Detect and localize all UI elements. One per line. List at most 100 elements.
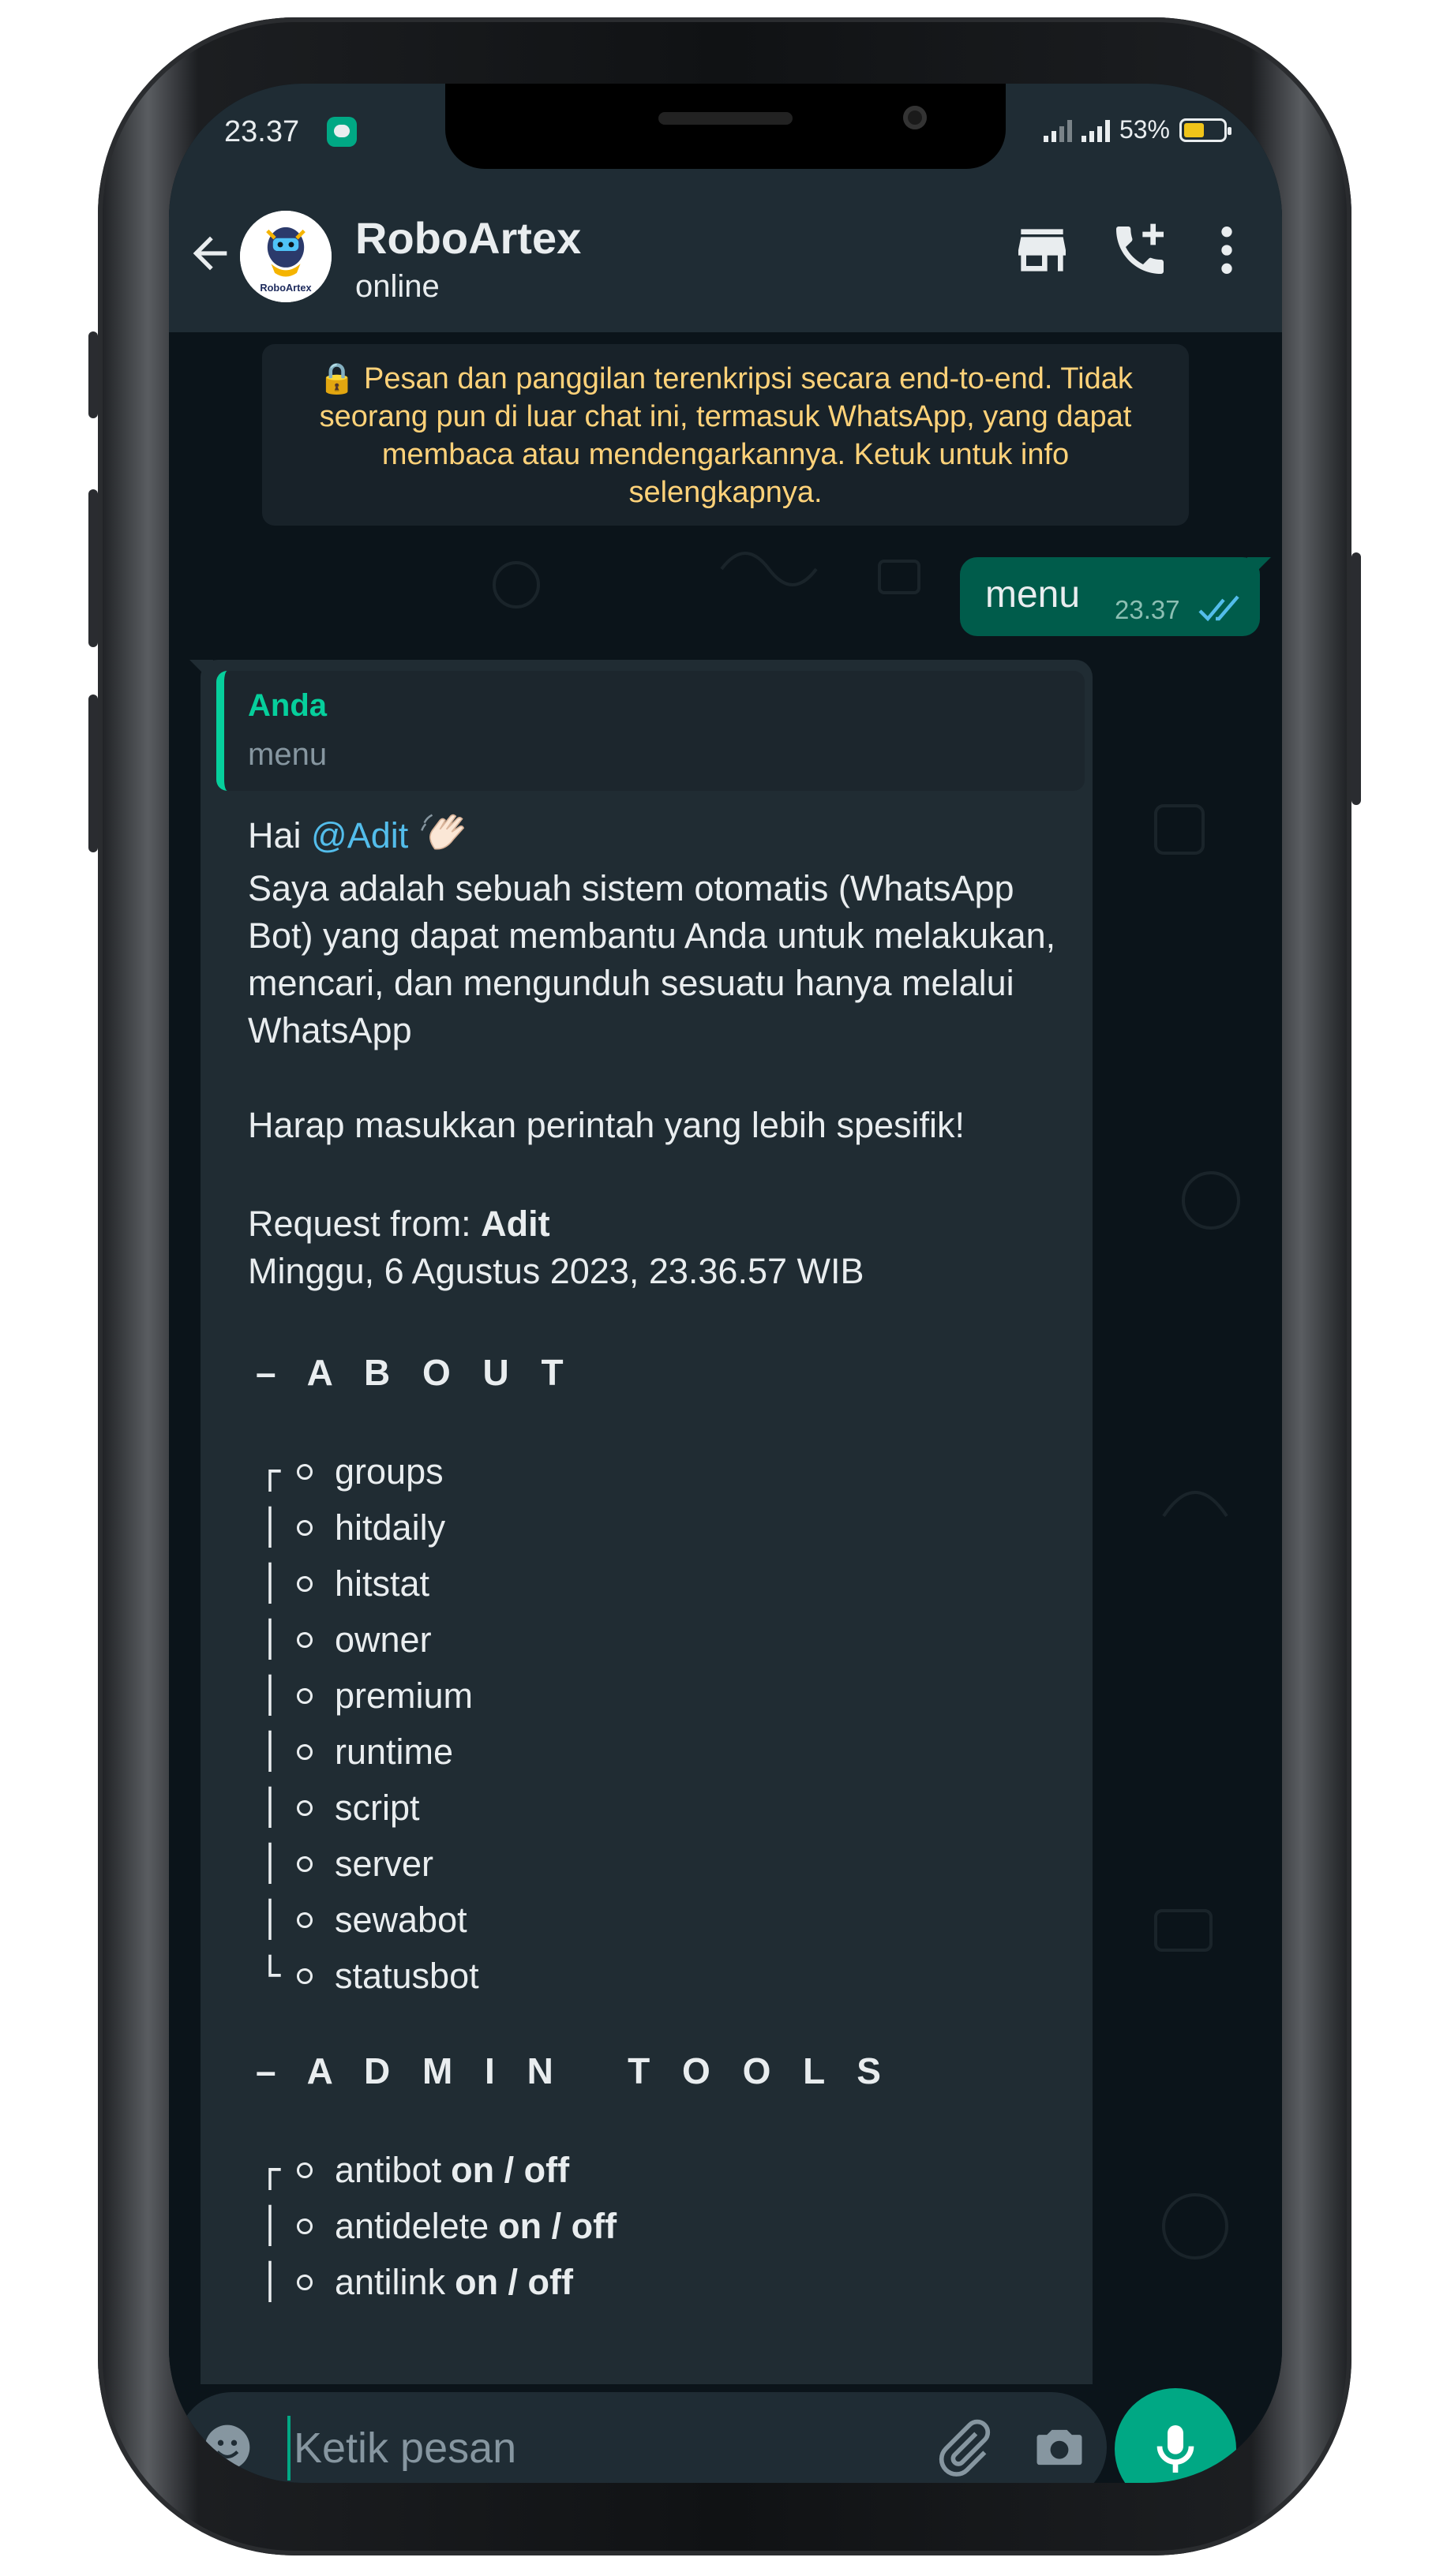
greeting: Hai	[248, 814, 312, 856]
tree-branch: ┌	[259, 2149, 281, 2190]
command-name: premium	[335, 1675, 474, 1716]
message-body: Hai @Adit Saya adalah sebuah sistem otom…	[248, 806, 1100, 2310]
front-camera	[903, 106, 927, 129]
command-name: antidelete	[335, 2205, 489, 2246]
attach-icon[interactable]	[935, 2417, 995, 2477]
command-name: script	[335, 1787, 420, 1828]
command-toggle-hint: on / off	[451, 2149, 570, 2190]
tree-branch: │	[259, 1675, 281, 1716]
command-item: │ antidelete on / off	[248, 2198, 1100, 2254]
message-input-bar	[177, 2392, 1107, 2483]
command-name: hitdaily	[335, 1507, 446, 1548]
tree-branch: │	[259, 1843, 281, 1884]
chat-notification-icon	[327, 117, 357, 147]
encryption-notice[interactable]: 🔒 Pesan dan panggilan terenkripsi secara…	[262, 344, 1189, 526]
battery-percent: 53%	[1119, 115, 1170, 144]
tree-branch: ┌	[259, 1451, 281, 1492]
chat-header: RoboArtex RoboArtex online	[169, 190, 1282, 332]
intro-text: Saya adalah sebuah sistem otomatis (What…	[248, 868, 1056, 1050]
incoming-message[interactable]: Anda menu Hai @Adit Saya adalah sebuah s…	[189, 660, 1093, 2384]
back-arrow-icon[interactable]	[185, 228, 235, 279]
command-name: owner	[335, 1619, 432, 1660]
message-time: 23.37	[1115, 595, 1180, 624]
command-item: │ owner	[248, 1612, 1100, 1668]
command-name: runtime	[335, 1731, 454, 1772]
command-item: └ statusbot	[248, 1948, 1100, 2004]
command-item: │ script	[248, 1780, 1100, 1836]
quote-text: menu	[248, 737, 328, 772]
camera-icon[interactable]	[1029, 2417, 1089, 2477]
request-line: Request from: Adit	[248, 1200, 1100, 1248]
mention-link[interactable]: @Adit	[311, 812, 408, 859]
side-button	[1351, 552, 1361, 805]
section-about-title: – A B O U T	[256, 1352, 575, 1393]
tree-branch: │	[259, 1731, 281, 1772]
signal-icon	[1043, 118, 1072, 142]
signal-icon	[1081, 118, 1110, 142]
waving-hand-icon	[421, 813, 465, 850]
quoted-message[interactable]: Anda menu	[216, 671, 1085, 791]
tree-branch: │	[259, 1787, 281, 1828]
tree-branch: │	[259, 1619, 281, 1660]
command-name: antibot	[335, 2149, 442, 2190]
command-toggle-hint: on / off	[455, 2261, 574, 2302]
store-icon[interactable]	[1010, 219, 1074, 282]
bullet-icon	[297, 1855, 313, 1872]
bullet-icon	[297, 1463, 313, 1480]
message-text: menu	[985, 574, 1081, 616]
side-button	[88, 331, 98, 418]
mic-button[interactable]	[1115, 2388, 1236, 2483]
robot-logo-icon: RoboArtex	[240, 211, 332, 302]
command-item: │ sewabot	[248, 1892, 1100, 1948]
tree-branch: │	[259, 1899, 281, 1940]
microphone-icon	[1156, 2425, 1194, 2473]
quote-author: Anda	[248, 688, 327, 723]
bullet-icon	[297, 1799, 313, 1816]
bullet-icon	[297, 2218, 313, 2234]
avatar[interactable]: RoboArtex	[240, 211, 332, 302]
status-bar: 23.37 53%	[169, 84, 1282, 190]
contact-name[interactable]: RoboArtex	[355, 212, 581, 264]
notch	[445, 84, 1006, 169]
hint-text: Harap masukkan perintah yang lebih spesi…	[248, 1105, 965, 1145]
command-name: antilink	[335, 2261, 446, 2302]
bullet-icon	[297, 1968, 313, 1984]
command-item: │ hitstat	[248, 1556, 1100, 1612]
about-command-list: ┌ groups │ hitdaily │ hitstat │ owner │ premium │ r…	[248, 1443, 1100, 2004]
bullet-icon	[297, 1519, 313, 1536]
command-name: hitstat	[335, 1563, 430, 1604]
outgoing-message[interactable]: menu 23.37	[960, 557, 1271, 636]
tree-branch: │	[259, 2205, 281, 2246]
avatar-text: RoboArtex	[260, 282, 311, 294]
admin-command-list: ┌ antibot on / off │ antidelete on / off │ anti…	[248, 2142, 1100, 2310]
command-item: ┌ groups	[248, 1443, 1100, 1500]
bullet-icon	[297, 1631, 313, 1648]
tree-branch: │	[259, 1563, 281, 1604]
phone-screen: 23.37 53% RoboArtex RoboArtex online 🔒 P…	[169, 84, 1282, 2483]
command-name: server	[335, 1843, 434, 1884]
side-button	[88, 489, 98, 647]
more-options-icon[interactable]	[1195, 219, 1258, 282]
command-toggle-hint: on / off	[498, 2205, 617, 2246]
bullet-icon	[297, 1743, 313, 1760]
command-item: ┌ antibot on / off	[248, 2142, 1100, 2198]
message-input[interactable]	[287, 2416, 911, 2481]
status-time: 23.37	[224, 115, 300, 148]
emoji-icon[interactable]	[201, 2421, 254, 2474]
status-icons: 53%	[1043, 115, 1231, 144]
bullet-icon	[297, 2162, 313, 2178]
add-call-icon[interactable]	[1108, 219, 1171, 282]
request-label: Request from:	[248, 1204, 482, 1244]
command-item: │ antilink on / off	[248, 2254, 1100, 2310]
bullet-icon	[297, 1687, 313, 1704]
tree-branch: │	[259, 1507, 281, 1548]
tree-branch: │	[259, 2261, 281, 2302]
command-name: sewabot	[335, 1899, 467, 1940]
chat-area[interactable]: 🔒 Pesan dan panggilan terenkripsi secara…	[169, 332, 1282, 2384]
section-admin-title: – A D M I N T O O L S	[256, 2050, 892, 2091]
battery-icon	[1179, 118, 1231, 142]
tree-branch: └	[259, 1955, 281, 1996]
bullet-icon	[297, 1911, 313, 1928]
side-button	[88, 695, 98, 852]
speaker	[658, 112, 793, 125]
